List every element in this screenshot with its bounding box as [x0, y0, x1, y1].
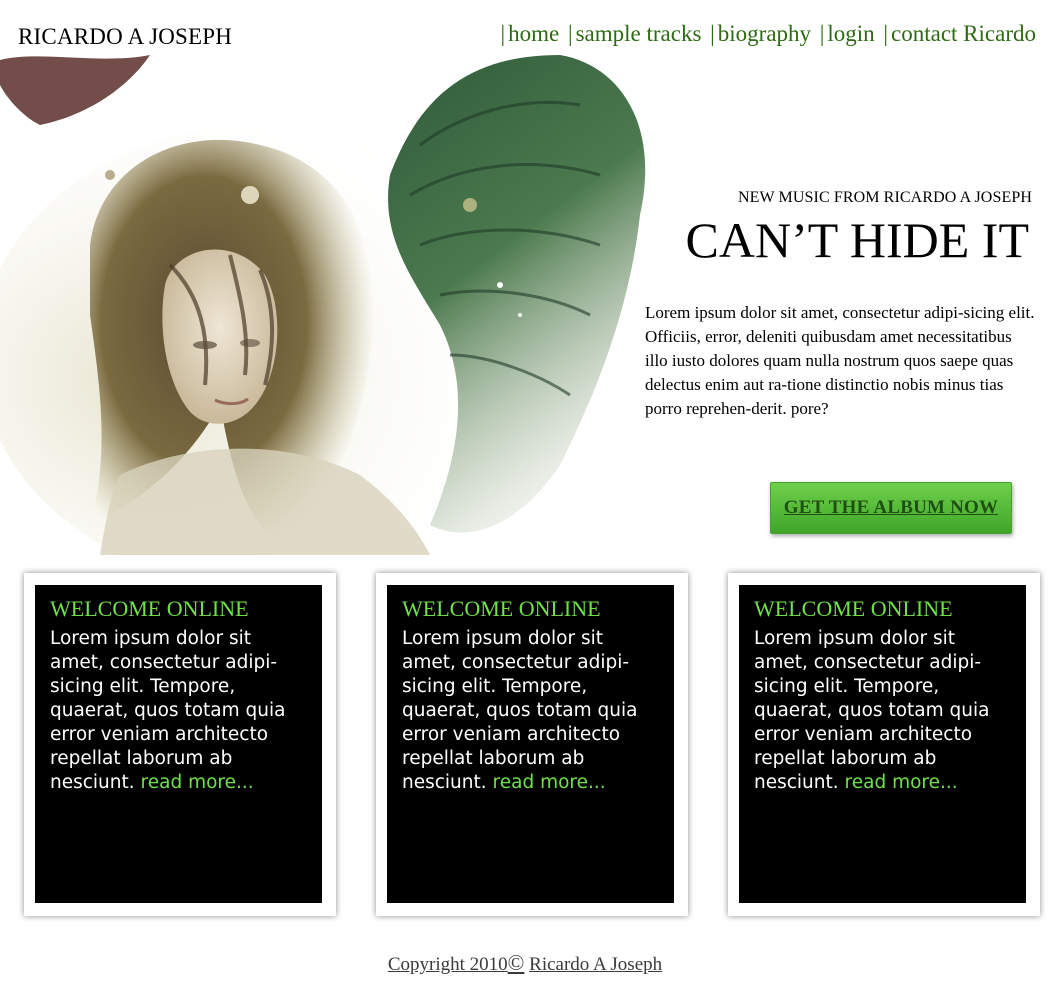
nav-separator: | — [500, 21, 506, 46]
copyright-owner: Ricardo A Joseph — [529, 954, 663, 975]
footer: Copyright 2010© Ricardo A Joseph — [0, 950, 1056, 976]
card-content: WELCOME ONLINE Lorem ipsum dolor sit ame… — [739, 585, 1026, 903]
welcome-card: WELCOME ONLINE Lorem ipsum dolor sit ame… — [376, 573, 688, 916]
card-body-text: Lorem ipsum dolor sit amet, consectetur … — [754, 628, 990, 793]
card-body: Lorem ipsum dolor sit amet, consectetur … — [402, 627, 659, 795]
card-body-text: Lorem ipsum dolor sit amet, consectetur … — [402, 628, 638, 793]
copyright-icon: © — [507, 950, 525, 975]
card-body: Lorem ipsum dolor sit amet, consectetur … — [754, 627, 1011, 795]
get-album-button[interactable]: GET THE ALBUM NOW — [770, 482, 1012, 534]
nav-separator: | — [710, 21, 715, 46]
card-content: WELCOME ONLINE Lorem ipsum dolor sit ame… — [387, 585, 674, 903]
card-body-text: Lorem ipsum dolor sit amet, consectetur … — [50, 628, 286, 793]
read-more-link[interactable]: read more... — [845, 772, 958, 793]
welcome-card: WELCOME ONLINE Lorem ipsum dolor sit ame… — [24, 573, 336, 916]
nav-separator: | — [819, 21, 825, 46]
nav-separator: | — [883, 21, 889, 46]
welcome-card: WELCOME ONLINE Lorem ipsum dolor sit ame… — [728, 573, 1040, 916]
nav-link-biography[interactable]: biography — [718, 21, 811, 46]
nav-link-login[interactable]: login — [827, 21, 874, 46]
card-title: WELCOME ONLINE — [754, 596, 953, 621]
nav-link-sample-tracks[interactable]: sample tracks — [576, 21, 702, 46]
nav-link-contact[interactable]: contact Ricardo — [891, 21, 1036, 46]
hero-artwork — [0, 55, 700, 555]
main-nav: | home | sample tracks | biography | login |… — [498, 21, 1037, 47]
hero-kicker: NEW MUSIC FROM RICARDO A JOSEPH — [738, 189, 1032, 206]
copyright-prefix: Copyright 2010 — [387, 954, 508, 975]
nav-separator: | — [567, 21, 573, 46]
card-body: Lorem ipsum dolor sit amet, consectetur … — [50, 627, 307, 795]
hero-headline: CAN’T HIDE IT — [685, 212, 1029, 268]
card-content: WELCOME ONLINE Lorem ipsum dolor sit ame… — [35, 585, 322, 903]
hero-intro: Lorem ipsum dolor sit amet, consectetur … — [645, 303, 1035, 418]
hero-banner: NEW MUSIC FROM RICARDO A JOSEPH CAN’T HI… — [0, 55, 1056, 555]
read-more-link[interactable]: read more... — [493, 772, 606, 793]
site-title: RICARDO A JOSEPH — [18, 24, 233, 49]
card-title: WELCOME ONLINE — [402, 596, 601, 621]
read-more-link[interactable]: read more... — [141, 772, 254, 793]
nav-link-home[interactable]: home — [508, 21, 559, 46]
card-title: WELCOME ONLINE — [50, 596, 249, 621]
